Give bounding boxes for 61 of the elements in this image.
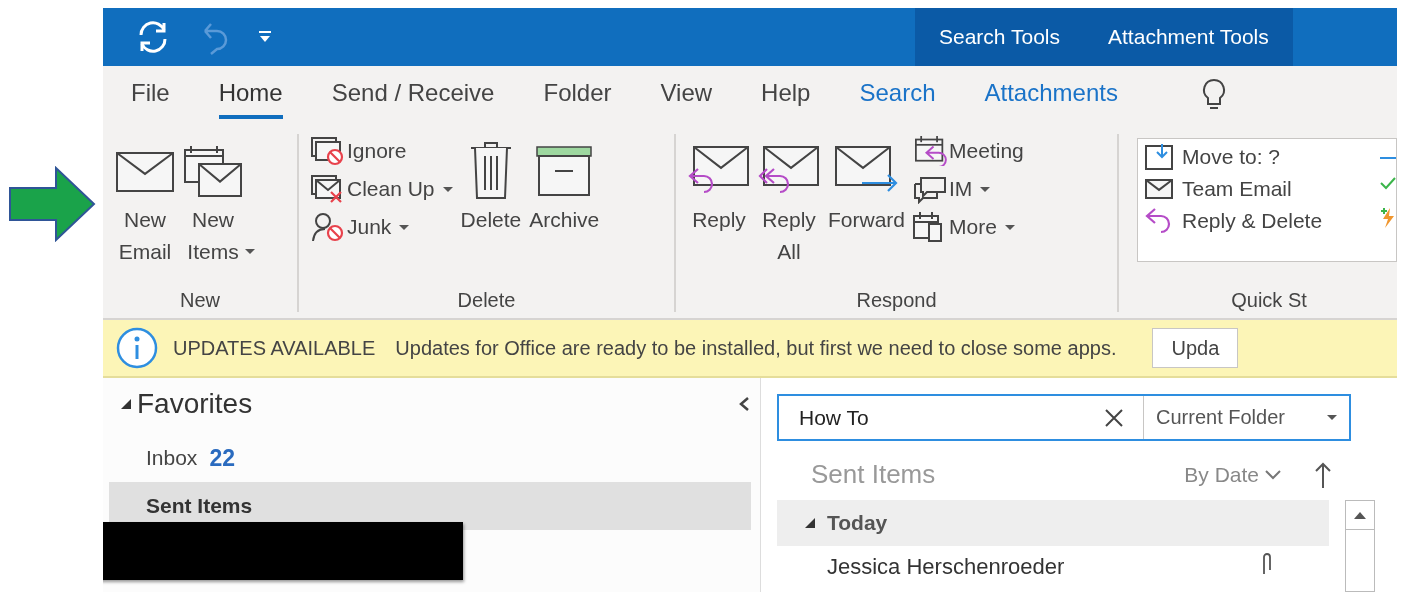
ribbon-button[interactable]: IM (911, 172, 1026, 206)
unread-count: 22 (209, 444, 235, 472)
ribbon-tab[interactable]: Help (761, 75, 811, 119)
ribbon-button[interactable]: More (911, 210, 1026, 244)
sort-up-arrow-icon (1315, 461, 1331, 488)
paperclip-icon (1261, 552, 1273, 576)
scrollbar[interactable] (1345, 500, 1375, 592)
quick-step[interactable]: Team Email (1142, 175, 1372, 203)
chat-bubbles-icon (913, 174, 948, 204)
ribbon-button[interactable]: New Email (113, 134, 177, 272)
ribbon-button[interactable]: New Items (181, 134, 263, 272)
group-label: Respond (855, 289, 938, 312)
ribbon-tab[interactable]: Send / Receive (331, 75, 495, 119)
chevron-down-icon (1265, 469, 1281, 480)
ribbon-button[interactable]: Meeting (911, 134, 1026, 168)
context-tab-group: Search Tools (915, 8, 1085, 66)
check-icon (1380, 175, 1396, 191)
folder-item[interactable]: Inbox 22 (109, 434, 751, 482)
scroll-up-icon (1354, 511, 1366, 519)
ribbon-tab[interactable]: Home (218, 75, 283, 119)
favorites-header[interactable]: Favorites (121, 388, 253, 420)
date-group-header[interactable]: Today (777, 500, 1329, 546)
folder-item[interactable]: Sent Items (109, 482, 751, 530)
notification-title: UPDATES AVAILABLE (173, 336, 376, 360)
ignore-icon (311, 136, 345, 166)
notification-message: Updates for Office are ready to be installed, but first we need to close some apps. (395, 336, 1117, 360)
folder-title: Sent Items (811, 459, 937, 490)
ribbon-tab[interactable]: Search (859, 75, 936, 119)
ribbon-button[interactable]: Reply All (756, 134, 822, 272)
update-button[interactable]: Upda (1152, 328, 1239, 368)
archive-box-icon (535, 145, 594, 197)
quick-step[interactable]: Move to: ? (1142, 141, 1372, 173)
group-label: Delete (456, 289, 517, 312)
lightbulb-icon (1200, 78, 1227, 112)
sender-name[interactable]: Jessica Herschenroeder (827, 554, 1065, 580)
ribbon-button[interactable]: Delete (458, 134, 524, 240)
lightning-icon (1380, 207, 1396, 229)
ribbon-button[interactable]: Forward (826, 134, 908, 240)
ribbon-button[interactable]: Junk (309, 210, 455, 244)
envelope-icon (1144, 177, 1174, 201)
minus-icon (1380, 157, 1396, 159)
ribbon-tab[interactable]: Folder (543, 75, 612, 119)
ribbon-tab[interactable]: Attachments (984, 75, 1118, 119)
sort-dropdown[interactable]: By Date (1178, 461, 1287, 488)
ribbon-tab[interactable]: File (131, 75, 170, 119)
ribbon-tab[interactable]: View (660, 75, 713, 119)
ribbon-button[interactable]: Ignore (309, 134, 455, 168)
collapse-chevron-icon (738, 396, 750, 412)
info-icon (115, 326, 159, 370)
ribbon-button[interactable]: Archive (527, 134, 602, 240)
calendar-icon (913, 136, 948, 166)
group-label: Quick St (1230, 289, 1308, 312)
junk-icon (311, 212, 345, 242)
ribbon-button[interactable]: Clean Up (309, 172, 455, 206)
clean-up-icon (311, 174, 345, 204)
right-arrow-icon (7, 166, 96, 242)
context-tab-group: Attachment Tools (1084, 8, 1293, 66)
move-to-folder-icon (1144, 143, 1174, 171)
quick-step[interactable]: Reply & Delete (1142, 205, 1372, 237)
group-label: New (179, 289, 221, 312)
ribbon-button[interactable]: Reply (686, 134, 752, 240)
